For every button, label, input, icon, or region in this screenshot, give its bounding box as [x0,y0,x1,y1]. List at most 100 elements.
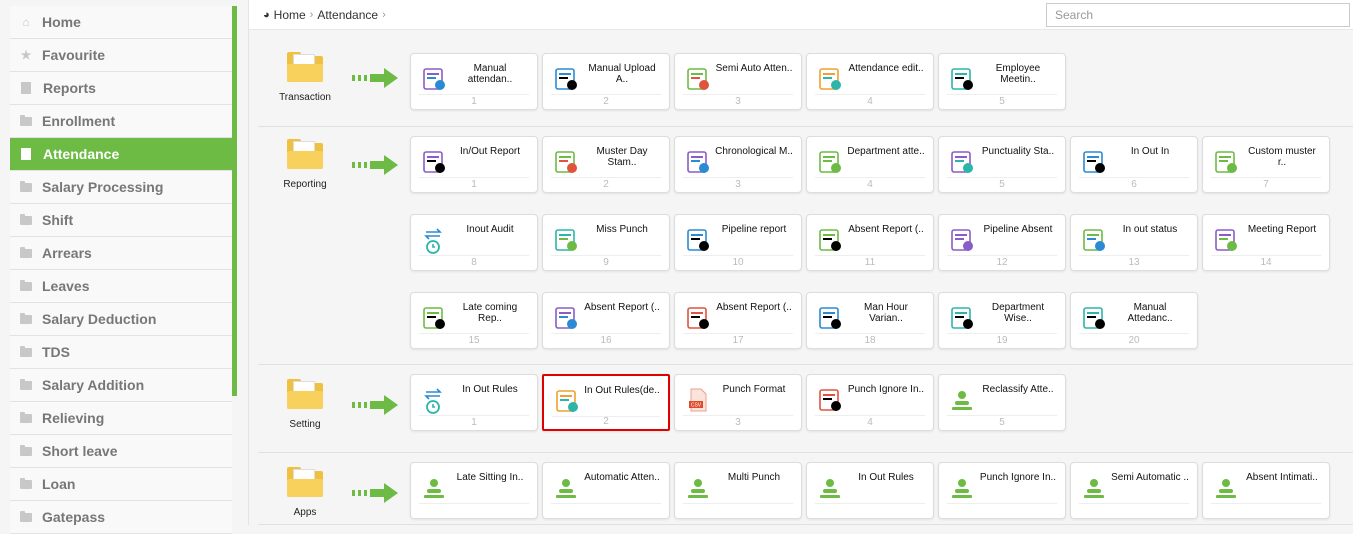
tile-punctuality-sta[interactable]: Punctuality Sta.. 5 [938,136,1066,193]
tile-late-sitting-in[interactable]: Late Sitting In.. [410,462,538,519]
tile-absent-intimati[interactable]: Absent Intimati.. [1202,462,1330,519]
sidebar-item-loan[interactable]: Loan [10,468,232,501]
sidebar-item-label: Loan [42,476,76,492]
divider [419,255,529,256]
tile-title: Absent Report (.. [716,302,792,313]
tile-title: Absent Report (.. [584,302,660,313]
folder-icon [20,312,32,324]
sidebar-item-salary-addition[interactable]: Salary Addition [10,369,232,402]
folder-icon [20,510,32,522]
tile-muster-day-stam[interactable]: Muster Day Stam.. 2 [542,136,670,193]
sidebar-item-label: Reports [43,80,96,96]
tile-chronological-m[interactable]: Chronological M.. 3 [674,136,802,193]
tile-number: 6 [1131,179,1137,190]
tile-manual-attendan[interactable]: Manual attendan.. 1 [410,53,538,110]
tile-absent-report[interactable]: Absent Report (.. 16 [542,292,670,349]
tile-in-out-rules[interactable]: In Out Rules [806,462,934,519]
sidebar-item-label: Salary Deduction [42,311,157,327]
tile-punch-ignore-in[interactable]: Punch Ignore In.. [938,462,1066,519]
breadcrumb-home[interactable]: Home [274,8,306,22]
tile-title: Department atte.. [847,146,925,157]
section-label: Reporting [283,179,327,190]
pipeline-icon [687,229,709,251]
tile-department-wise[interactable]: Department Wise.. 19 [938,292,1066,349]
divider [551,177,661,178]
sidebar-item-relieving[interactable]: Relieving [10,402,232,435]
tile-pipeline-report[interactable]: Pipeline report 10 [674,214,802,271]
sidebar-item-label: Salary Addition [42,377,145,393]
sidebar-scrollbar[interactable] [232,6,237,396]
calendar-upload-icon [555,68,577,90]
tile-custom-muster-r[interactable]: Custom muster r.. 7 [1202,136,1330,193]
tile-man-hour-varian[interactable]: Man Hour Varian.. 18 [806,292,934,349]
sidebar-item-salary-deduction[interactable]: Salary Deduction [10,303,232,336]
tile-number: 4 [867,417,873,428]
divider [947,333,1057,334]
tile-automatic-atten[interactable]: Automatic Atten.. [542,462,670,519]
sidebar-item-short-leave[interactable]: Short leave [10,435,232,468]
sidebar-item-leaves[interactable]: Leaves [10,270,232,303]
tile-number: 8 [471,257,477,268]
tile-attendance-edit[interactable]: Attendance edit.. 4 [806,53,934,110]
sidebar-item-reports[interactable]: Reports [10,72,232,105]
sidebar-item-label: Home [42,14,81,30]
sidebar-item-arrears[interactable]: Arrears [10,237,232,270]
arrow-right-icon [352,395,398,415]
tile-in-out-rules[interactable]: In Out Rules 1 [410,374,538,431]
tile-number: 1 [471,417,477,428]
sidebar-item-shift[interactable]: Shift [10,204,232,237]
breadcrumb-current[interactable]: Attendance [317,8,378,22]
tile-in-out-report[interactable]: In/Out Report 1 [410,136,538,193]
tile-title: In Out Rules [858,472,914,483]
divider [815,333,925,334]
tile-in-out-in[interactable]: In Out In 6 [1070,136,1198,193]
tile-late-coming-rep[interactable]: Late coming Rep.. 15 [410,292,538,349]
sidebar-item-attendance[interactable]: Attendance [10,138,232,171]
tile-title: Punctuality Sta.. [981,146,1055,157]
tile-employee-meetin[interactable]: Employee Meetin.. 5 [938,53,1066,110]
section-header: Apps [258,467,352,518]
tile-number: 2 [603,96,609,107]
folder-icon [20,444,32,456]
tile-miss-punch[interactable]: Miss Punch 9 [542,214,670,271]
tile-in-out-rules-de[interactable]: In Out Rules(de.. 2 [542,374,670,431]
tile-department-atte[interactable]: Department atte.. 4 [806,136,934,193]
tile-pipeline-absent[interactable]: Pipeline Absent 12 [938,214,1066,271]
sidebar-item-gatepass[interactable]: Gatepass [10,501,232,534]
tile-semi-automatic[interactable]: Semi Automatic .. [1070,462,1198,519]
divider [1079,255,1189,256]
search-input[interactable] [1046,3,1350,27]
divider [683,333,793,334]
tile-title: Semi Automatic .. [1111,472,1189,483]
tile-reclassify-atte[interactable]: Reclassify Atte.. 5 [938,374,1066,431]
folder-icon [20,213,32,225]
tile-title: Absent Intimati.. [1246,472,1318,483]
sidebar-item-label: Leaves [42,278,90,294]
folder-icon [20,378,32,390]
tile-manual-upload-a[interactable]: Manual Upload A.. 2 [542,53,670,110]
top-bar: ◕ Home › Attendance › [249,0,1353,30]
sidebar-item-home[interactable]: ⌂ Home [10,6,232,39]
sidebar-item-tds[interactable]: TDS [10,336,232,369]
tile-number: 17 [732,335,744,346]
tile-title: Multi Punch [727,472,781,483]
tile-punch-ignore-in[interactable]: Punch Ignore In.. 4 [806,374,934,431]
person-icon [952,391,972,410]
folder-icon [287,379,323,409]
tile-meeting-report[interactable]: Meeting Report 14 [1202,214,1330,271]
person-icon [1216,479,1236,498]
tile-punch-format[interactable]: CSV Punch Format 3 [674,374,802,431]
tile-semi-auto-atten[interactable]: Semi Auto Atten.. 3 [674,53,802,110]
tile-in-out-status[interactable]: In out status 13 [1070,214,1198,271]
tile-absent-report[interactable]: Absent Report (.. 17 [674,292,802,349]
divider [947,94,1057,95]
sidebar-item-salary-processing[interactable]: Salary Processing [10,171,232,204]
tile-absent-report[interactable]: Absent Report (.. 11 [806,214,934,271]
tile-number: 9 [603,257,609,268]
arrow-right-icon [352,483,398,503]
tile-multi-punch[interactable]: Multi Punch [674,462,802,519]
sidebar-item-enrollment[interactable]: Enrollment [10,105,232,138]
tile-inout-audit[interactable]: Inout Audit 8 [410,214,538,271]
sidebar-item-favourite[interactable]: ★ Favourite [10,39,232,72]
tile-manual-attedanc[interactable]: Manual Attedanc.. 20 [1070,292,1198,349]
